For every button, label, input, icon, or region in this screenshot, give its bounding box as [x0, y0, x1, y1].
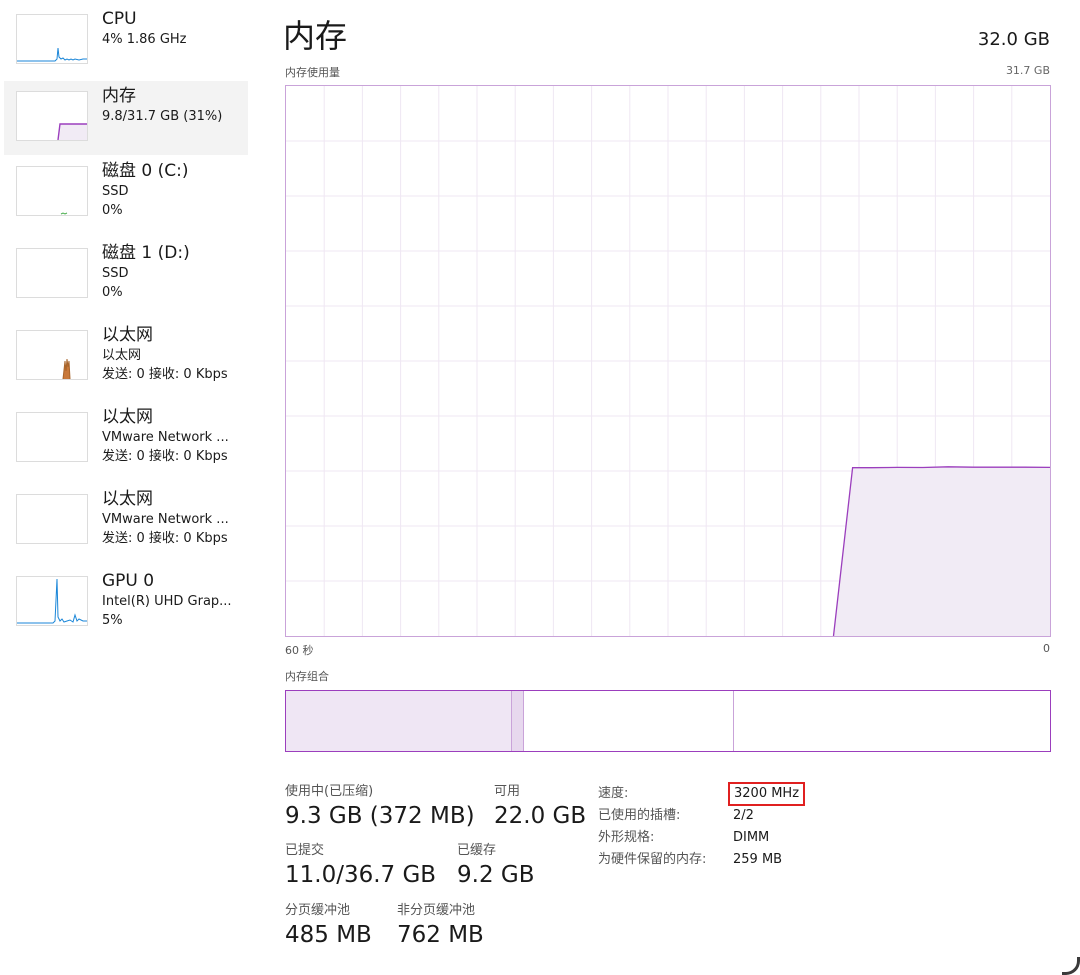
- composition-modified-segment[interactable]: [511, 691, 525, 751]
- composition-in-use-segment[interactable]: [286, 691, 512, 751]
- sidebar-item-disk-0[interactable]: 磁盘 0 (C:) SSD 0%: [4, 156, 248, 230]
- sidebar-item-title: 以太网: [102, 489, 153, 509]
- stat-value: 22.0 GB: [494, 803, 587, 829]
- stat-label: 已提交: [285, 843, 325, 858]
- info-row-reserved: 为硬件保留的内存: 259 MB: [598, 849, 828, 871]
- composition-free-segment[interactable]: [734, 691, 1050, 751]
- gpu-0-thumbnail-graph: [16, 576, 88, 626]
- sidebar-item-detail: 发送: 0 接收: 0 Kbps: [102, 449, 228, 464]
- info-row-form-factor: 外形规格: DIMM: [598, 827, 828, 849]
- hardware-info: 速度: 3200 MHz 已使用的插槽: 2/2 外形规格: DIMM 为硬件保…: [598, 782, 828, 871]
- stat-cached: 已缓存 9.2 GB: [457, 842, 535, 890]
- sidebar-item-detail: SSD: [102, 184, 129, 199]
- sidebar-item-detail: 发送: 0 接收: 0 Kbps: [102, 531, 228, 546]
- sidebar-item-detail: 5%: [102, 613, 123, 628]
- stat-label: 使用中(已压缩): [285, 784, 374, 799]
- stat-in-use: 使用中(已压缩) 9.3 GB (372 MB): [285, 783, 475, 831]
- stat-paged-pool: 分页缓冲池 485 MB: [285, 902, 372, 950]
- sidebar-item-memory[interactable]: 内存 9.8/31.7 GB (31%): [4, 81, 248, 155]
- sidebar-item-detail: SSD: [102, 266, 129, 281]
- memory-composition-bar: [285, 690, 1051, 752]
- cpu-thumbnail-graph: [16, 14, 88, 64]
- sidebar-item-title: CPU: [102, 9, 137, 29]
- memory-usage-area: [833, 466, 1050, 636]
- disk-0-thumbnail-graph: [16, 166, 88, 216]
- ethernet-3-thumbnail-graph: [16, 494, 88, 544]
- sidebar-item-detail: VMware Network ...: [102, 512, 229, 527]
- x-axis-start-label: 60 秒: [285, 644, 314, 657]
- sidebar-item-ethernet-3[interactable]: 以太网 VMware Network ... 发送: 0 接收: 0 Kbps: [4, 484, 248, 558]
- disk-1-thumbnail-graph: [16, 248, 88, 298]
- chart-max-label: 31.7 GB: [1005, 64, 1050, 77]
- info-label: 外形规格:: [598, 830, 655, 845]
- sidebar-item-title: 磁盘 0 (C:): [102, 161, 189, 181]
- info-value: DIMM: [733, 830, 770, 845]
- info-value: 2/2: [733, 808, 754, 823]
- stat-value: 762 MB: [397, 922, 484, 948]
- stat-value: 485 MB: [285, 922, 372, 948]
- memory-thumbnail-graph: [16, 91, 88, 141]
- info-label: 速度:: [598, 786, 629, 801]
- chart-label: 内存使用量: [285, 66, 340, 79]
- ethernet-2-thumbnail-graph: [16, 412, 88, 462]
- page-title: 内存: [283, 17, 348, 55]
- info-value: 259 MB: [733, 852, 783, 867]
- ethernet-1-thumbnail-graph: [16, 330, 88, 380]
- x-axis-end-label: 0: [1043, 642, 1050, 655]
- sidebar: CPU 4% 1.86 GHz 内存 9.8/31.7 GB (31%) 磁盘 …: [0, 0, 250, 975]
- sidebar-item-gpu-0[interactable]: GPU 0 Intel(R) UHD Grap... 5%: [4, 566, 248, 640]
- stat-label: 可用: [494, 784, 521, 799]
- stat-label: 非分页缓冲池: [397, 903, 476, 918]
- sidebar-item-detail: 以太网: [102, 348, 142, 363]
- sidebar-item-ethernet-1[interactable]: 以太网 以太网 发送: 0 接收: 0 Kbps: [4, 320, 248, 394]
- sidebar-item-title: 内存: [102, 86, 136, 106]
- stat-nonpaged-pool: 非分页缓冲池 762 MB: [397, 902, 484, 950]
- sidebar-item-title: 以太网: [102, 325, 153, 345]
- info-row-speed: 速度: 3200 MHz: [598, 782, 828, 806]
- sidebar-item-disk-1[interactable]: 磁盘 1 (D:) SSD 0%: [4, 238, 248, 312]
- info-value-speed: 3200 MHz: [728, 782, 806, 806]
- composition-standby-segment[interactable]: [524, 691, 735, 751]
- info-label: 已使用的插槽:: [598, 808, 681, 823]
- sidebar-item-cpu[interactable]: CPU 4% 1.86 GHz: [4, 4, 248, 78]
- total-memory: 32.0 GB: [977, 29, 1050, 50]
- sidebar-item-title: 以太网: [102, 407, 153, 427]
- sidebar-item-detail: Intel(R) UHD Grap...: [102, 594, 232, 609]
- sidebar-item-detail: 0%: [102, 203, 123, 218]
- sidebar-item-detail: 发送: 0 接收: 0 Kbps: [102, 367, 228, 382]
- sidebar-item-detail: 0%: [102, 285, 123, 300]
- sidebar-item-title: GPU 0: [102, 571, 155, 591]
- window-corner: [1062, 957, 1080, 975]
- stat-label: 分页缓冲池: [285, 903, 351, 918]
- stat-committed: 已提交 11.0/36.7 GB: [285, 842, 436, 890]
- sidebar-item-title: 磁盘 1 (D:): [102, 243, 190, 263]
- sidebar-item-detail: VMware Network ...: [102, 430, 229, 445]
- memory-usage-chart: [285, 85, 1051, 637]
- stat-value: 9.3 GB (372 MB): [285, 803, 475, 829]
- sidebar-item-detail: 4% 1.86 GHz: [102, 32, 187, 47]
- info-row-slots: 已使用的插槽: 2/2: [598, 805, 828, 827]
- stat-available: 可用 22.0 GB: [494, 783, 586, 831]
- info-label: 为硬件保留的内存:: [598, 852, 707, 867]
- stat-label: 已缓存: [457, 843, 497, 858]
- stat-value: 9.2 GB: [457, 862, 535, 888]
- stat-value: 11.0/36.7 GB: [285, 862, 437, 888]
- sidebar-item-ethernet-2[interactable]: 以太网 VMware Network ... 发送: 0 接收: 0 Kbps: [4, 402, 248, 476]
- composition-label: 内存组合: [285, 670, 329, 683]
- memory-usage-chart-svg: [286, 86, 1050, 636]
- sidebar-item-detail: 9.8/31.7 GB (31%): [102, 109, 223, 124]
